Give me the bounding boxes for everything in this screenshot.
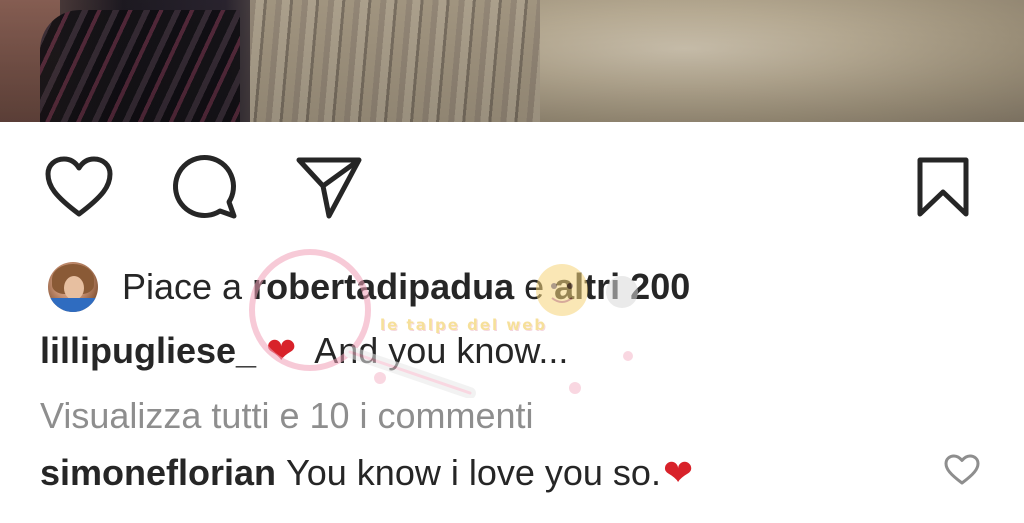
post-image[interactable] (0, 0, 1024, 122)
comment-button[interactable] (168, 150, 242, 224)
caption-heart-emoji: ❤ (266, 330, 297, 371)
comment-like-button[interactable] (940, 450, 984, 490)
likes-connector: e (524, 266, 545, 307)
caption-username[interactable]: lillipugliese_ (40, 330, 256, 372)
instagram-post: Piace a robertadipadua e altri 200 lilli… (0, 0, 1024, 523)
comment-username[interactable]: simoneflorian (40, 452, 276, 494)
paper-plane-icon (296, 157, 362, 219)
likes-summary: Piace a robertadipadua e altri 200 (48, 258, 690, 316)
avatar-shirt (48, 298, 98, 312)
liker-avatar[interactable] (48, 262, 98, 312)
avatar-face (64, 276, 84, 300)
comment-text: You know i love you so. (286, 452, 661, 493)
likes-others-link[interactable]: altri 200 (554, 266, 690, 308)
like-button[interactable] (42, 150, 116, 224)
heart-outline-small-icon (944, 454, 980, 485)
share-button[interactable] (292, 150, 366, 224)
view-all-comments-link[interactable]: Visualizza tutti e 10 i commenti (40, 395, 534, 437)
bookmark-icon (917, 157, 969, 217)
caption-text: And you know... (314, 330, 569, 371)
post-caption: lillipugliese_ ❤ And you know... (40, 330, 568, 372)
comment-heart-emoji: ❤ (662, 452, 694, 493)
save-button[interactable] (906, 150, 980, 224)
comment-bubble-icon (173, 155, 237, 219)
likes-prefix: Piace a (122, 266, 243, 307)
action-bar (0, 150, 1024, 230)
post-image-shade (0, 0, 1024, 122)
liker-username[interactable]: robertadipadua (252, 266, 514, 308)
comment-row: simoneflorian You know i love you so. ❤ (40, 452, 701, 494)
heart-outline-icon (45, 156, 113, 217)
